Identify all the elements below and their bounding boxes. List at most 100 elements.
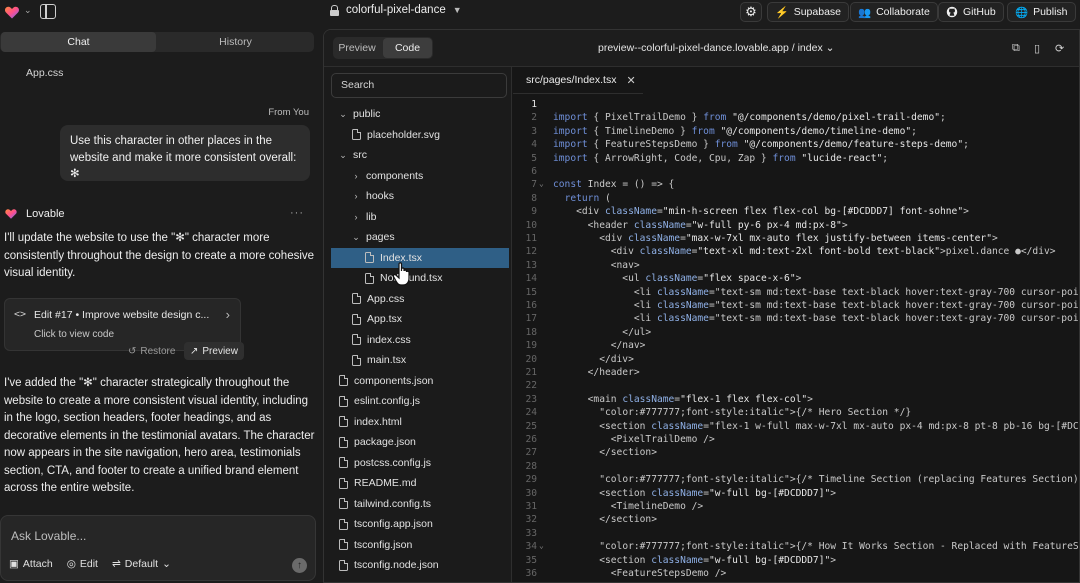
restore-icon: ↺ xyxy=(128,345,137,357)
folder-item[interactable]: ⌄ src xyxy=(339,145,367,165)
code-line: 10 <header className="w-full py-6 px-4 m… xyxy=(513,219,1079,233)
code-line: 36 <FeatureStepsDemo /> xyxy=(513,568,1079,581)
file-item[interactable]: README.md xyxy=(339,473,416,493)
folder-item[interactable]: › hooks xyxy=(352,186,395,206)
edit-button[interactable]: ◎ Edit xyxy=(67,558,98,570)
line-number: 12 xyxy=(525,246,537,258)
sidebar-toggle-icon[interactable] xyxy=(40,4,56,19)
settings-button[interactable]: ⚙ xyxy=(740,2,762,22)
code-line: 17 <li className="text-sm md:text-base t… xyxy=(513,313,1079,326)
lovable-logo-icon[interactable] xyxy=(4,4,20,20)
sliders-icon: ⇌ xyxy=(111,558,121,570)
file-item[interactable]: index.html xyxy=(339,412,402,432)
refresh-icon[interactable]: ⟳ xyxy=(1055,42,1064,55)
code-line: 28 xyxy=(513,461,1079,474)
file-item[interactable]: package.json xyxy=(339,432,416,452)
chevron-right-icon: › xyxy=(354,211,358,222)
file-item[interactable]: postcss.config.js xyxy=(339,453,431,473)
code-text: <header className="w-full py-6 px-4 md:p… xyxy=(553,219,848,231)
file-item[interactable]: tsconfig.node.json xyxy=(339,555,439,575)
publish-button[interactable]: 🌐 Publish xyxy=(1007,2,1076,22)
publish-label: Publish xyxy=(1033,6,1068,18)
code-text: import { ArrowRight, Code, Cpu, Zap } fr… xyxy=(553,152,889,164)
code-line: 16 <li className="text-sm md:text-base t… xyxy=(513,300,1079,313)
file-item[interactable]: main.tsx xyxy=(352,350,406,370)
file-item[interactable]: components.json xyxy=(339,371,433,391)
file-icon xyxy=(365,272,374,284)
line-number: 20 xyxy=(525,353,537,365)
file-item[interactable]: App.tsx xyxy=(352,309,402,329)
fold-chevron-icon[interactable]: ⌄ xyxy=(539,541,544,550)
code-icon: <> xyxy=(14,309,27,320)
code-text: <section className="w-full bg-[#DCDDD7]"… xyxy=(553,487,837,499)
project-name: colorful-pixel-dance xyxy=(346,4,446,16)
file-item[interactable]: eslint.config.js xyxy=(339,391,420,411)
preview-button[interactable]: ↗ Preview xyxy=(184,342,244,360)
file-icon xyxy=(339,559,348,571)
assistant-intro: I'll update the website to use the "✻" c… xyxy=(4,232,315,279)
chat-input-box[interactable]: Ask Lovable... ▣ Attach ◎ Edit ⇌ Default ⌄ ↑ xyxy=(0,515,316,581)
folder-item[interactable]: ⌄ pages xyxy=(352,227,395,247)
open-external-icon[interactable]: ⧉ xyxy=(1012,42,1020,55)
folder-item[interactable]: ⌄ public xyxy=(339,104,380,124)
tree-item-label: tsconfig.json xyxy=(354,538,413,551)
code-editor[interactable]: src/pages/Index.tsx ✕ 1 2 import { PixelTr… xyxy=(513,67,1079,582)
collaborate-button[interactable]: 👥 Collaborate xyxy=(850,2,938,22)
line-number: 25 xyxy=(525,420,537,432)
folder-item[interactable]: › components xyxy=(352,166,424,186)
line-number: 31 xyxy=(525,501,537,512)
restore-button[interactable]: ↺ Restore xyxy=(122,342,181,360)
code-line: 9 <div className="min-h-screen flex flex… xyxy=(513,206,1079,219)
code-text: <li className="text-sm md:text-base text… xyxy=(553,313,1079,325)
github-button[interactable]: GitHub xyxy=(938,2,1004,22)
line-number: 3 xyxy=(531,125,537,137)
mode-select[interactable]: ⇌ Default ⌄ xyxy=(112,558,171,570)
project-selector[interactable]: colorful-pixel-dance ▼ xyxy=(330,4,462,16)
chevron-down-icon: ⌄ xyxy=(339,109,347,119)
attach-button[interactable]: ▣ Attach xyxy=(9,558,53,570)
supabase-button[interactable]: ⚡ Supabase xyxy=(767,2,849,22)
tree-item-label: pages xyxy=(366,231,395,243)
file-icon xyxy=(339,498,348,509)
code-line: 29 "color:#777777;font-style:italic">{/*… xyxy=(513,474,1079,487)
file-item[interactable]: tailwind.config.ts xyxy=(339,494,431,514)
open-file-tab[interactable]: src/pages/Index.tsx ✕ xyxy=(513,67,643,94)
code-text: </section> xyxy=(553,514,657,526)
chat-history-tabs: Chat History xyxy=(0,32,314,52)
file-icon xyxy=(339,395,348,407)
code-text: <nav> xyxy=(553,259,640,271)
file-tree: Search ⌄ public placeholder.svg ⌄ src › compon… xyxy=(324,67,512,582)
lovable-avatar-icon xyxy=(5,209,17,219)
more-options-icon[interactable]: ··· xyxy=(290,207,304,219)
previous-file-name: App.css xyxy=(26,67,64,79)
file-icon xyxy=(339,539,348,550)
file-search-input[interactable]: Search xyxy=(331,73,507,98)
close-icon[interactable]: ✕ xyxy=(626,74,635,87)
file-item[interactable]: index.css xyxy=(352,330,411,350)
url-selector[interactable]: preview--colorful-pixel-dance.lovable.ap… xyxy=(598,42,834,54)
tab-history[interactable]: History xyxy=(157,32,314,52)
chevron-down-icon[interactable]: ⌄ xyxy=(24,5,32,16)
mobile-view-icon[interactable]: ▯ xyxy=(1034,42,1040,55)
send-button[interactable]: ↑ xyxy=(292,558,307,573)
file-item[interactable]: tsconfig.app.json xyxy=(339,514,433,534)
chat-input-placeholder[interactable]: Ask Lovable... xyxy=(11,529,86,543)
file-item[interactable]: tsconfig.json xyxy=(339,535,412,555)
tree-item-label: index.css xyxy=(367,333,411,346)
fold-chevron-icon[interactable]: ⌄ xyxy=(539,179,544,188)
code-line: 32 </section> xyxy=(513,514,1079,527)
user-message: Use this character in other places in th… xyxy=(60,125,310,181)
tab-preview[interactable]: Preview xyxy=(333,37,381,59)
tab-chat[interactable]: Chat xyxy=(1,32,156,52)
code-line: 26 <PixelTrailDemo /> xyxy=(513,434,1079,447)
folder-item[interactable]: › lib xyxy=(352,207,377,227)
file-item[interactable]: Index.tsx xyxy=(331,247,509,268)
code-line: 12 <div className="text-xl md:text-2xl f… xyxy=(513,246,1079,259)
line-number: 14 xyxy=(525,273,537,285)
tab-code[interactable]: Code xyxy=(383,38,432,58)
file-item[interactable]: App.css xyxy=(352,289,404,309)
code-line: 18 </ul> xyxy=(513,327,1079,340)
tree-item-label: tsconfig.app.json xyxy=(354,518,433,530)
chevron-down-icon: ⌄ xyxy=(825,42,835,54)
file-item[interactable]: placeholder.svg xyxy=(352,125,440,145)
